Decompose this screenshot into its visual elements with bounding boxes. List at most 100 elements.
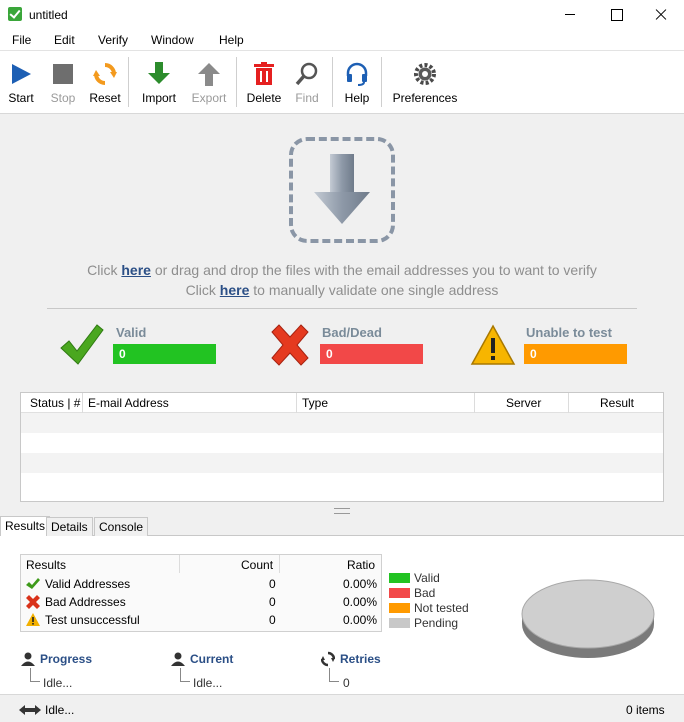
valid-count: 0 (113, 344, 216, 364)
col-server[interactable]: Server (506, 396, 541, 410)
drop-text: or drag and drop the files with the emai… (150, 262, 597, 278)
drop-instruction: Click here or drag and drop the files wi… (0, 262, 684, 278)
preferences-label: Preferences (392, 91, 458, 105)
col-email[interactable]: E-mail Address (88, 396, 169, 410)
status-text: Idle... (45, 703, 75, 717)
download-arrow-icon (314, 154, 370, 224)
maximize-button[interactable] (593, 0, 639, 30)
menu-help[interactable]: Help (219, 33, 244, 47)
toolbar-separator (332, 57, 333, 107)
tab-console[interactable]: Console (94, 517, 149, 536)
start-label: Start (8, 91, 34, 105)
result-ratio: 0.00% (343, 595, 378, 609)
current-title: Current (190, 652, 234, 666)
tab-details[interactable]: Details (46, 517, 93, 536)
drop-text: Click (87, 262, 122, 278)
legend-swatch-not-tested (389, 603, 410, 613)
menu-verify[interactable]: Verify (98, 33, 128, 47)
reset-label: Reset (89, 91, 121, 105)
table-row (21, 413, 663, 433)
table-row (21, 453, 663, 473)
legend-not-tested: Not tested (414, 601, 469, 615)
toolbar: Start Stop Reset Import Export Delete Fi… (0, 50, 684, 114)
result-label: Test unsuccessful (45, 613, 140, 627)
headset-icon (344, 61, 370, 87)
x-icon (26, 595, 40, 609)
table-row (21, 473, 663, 493)
col-status[interactable]: Status | # (30, 396, 80, 410)
results-panel: Results Count Ratio Valid Addresses 0 0.… (0, 536, 684, 694)
unable-count: 0 (524, 344, 627, 364)
reset-button[interactable]: Reset (88, 57, 122, 109)
legend-valid: Valid (414, 571, 440, 585)
progress-person-icon (21, 652, 35, 666)
col-type[interactable]: Type (302, 396, 328, 410)
toolbar-separator (236, 57, 237, 107)
bad-x-icon (271, 324, 309, 366)
import-link[interactable]: here (121, 262, 151, 278)
delete-label: Delete (246, 91, 282, 105)
item-count: 0 items (626, 703, 665, 717)
menu-window[interactable]: Window (151, 33, 194, 47)
delete-button[interactable]: Delete (244, 57, 284, 109)
help-label: Help (344, 91, 370, 105)
start-button[interactable]: Start (4, 57, 38, 109)
divider (47, 308, 637, 309)
col-separator (279, 555, 280, 573)
retries-title: Retries (340, 652, 381, 666)
pie-chart (521, 579, 655, 658)
legend-swatch-bad (389, 588, 410, 598)
toolbar-separator (381, 57, 382, 107)
find-label: Find (295, 91, 319, 105)
menu-edit[interactable]: Edit (54, 33, 75, 47)
col-separator (82, 393, 83, 413)
close-button[interactable] (638, 0, 684, 30)
tree-connector (329, 668, 339, 682)
minimize-button[interactable] (547, 0, 593, 30)
legend-bad: Bad (414, 586, 436, 600)
preferences-button[interactable]: Preferences (390, 57, 460, 109)
result-count: 0 (269, 577, 276, 591)
refresh-icon (92, 61, 118, 87)
grid-header: Status | # E-mail Address Type Server Re… (21, 393, 663, 413)
tab-results[interactable]: Results (0, 516, 51, 537)
tree-connector (180, 668, 190, 682)
find-button[interactable]: Find (290, 57, 324, 109)
manual-link[interactable]: here (220, 282, 250, 298)
export-button[interactable]: Export (188, 57, 230, 109)
splitter-handle[interactable] (334, 508, 350, 514)
legend-swatch-valid (389, 573, 410, 583)
menu-file[interactable]: File (12, 33, 31, 47)
gear-icon (412, 61, 438, 87)
manual-text: to manually validate one single address (249, 282, 499, 298)
help-button[interactable]: Help (340, 57, 374, 109)
transfer-arrows-icon (19, 705, 41, 715)
valid-label: Valid (116, 325, 147, 340)
col-separator (179, 555, 180, 573)
drop-zone[interactable] (289, 137, 395, 243)
stop-icon (50, 61, 76, 87)
retry-icon (321, 651, 335, 667)
progress-value: Idle... (43, 676, 73, 690)
import-arrow-icon (146, 61, 172, 87)
col-result[interactable]: Result (600, 396, 634, 410)
trash-icon (251, 61, 277, 87)
warning-icon (26, 613, 40, 626)
result-label: Bad Addresses (45, 595, 126, 609)
result-ratio: 0.00% (343, 613, 378, 627)
manual-text: Click (185, 282, 220, 298)
result-count: 0 (269, 595, 276, 609)
menu-bar: File Edit Verify Window Help (0, 30, 684, 50)
stop-label: Stop (50, 91, 76, 105)
toolbar-separator (128, 57, 129, 107)
magnifier-icon (294, 61, 320, 87)
col-separator (474, 393, 475, 413)
status-bar: Idle... 0 items (0, 694, 684, 722)
import-button[interactable]: Import (138, 57, 180, 109)
email-grid[interactable]: Status | # E-mail Address Type Server Re… (20, 392, 664, 502)
col-separator (296, 393, 297, 413)
table-row (21, 433, 663, 453)
current-value: Idle... (193, 676, 223, 690)
stop-button[interactable]: Stop (46, 57, 80, 109)
results-header: Results (26, 558, 67, 572)
